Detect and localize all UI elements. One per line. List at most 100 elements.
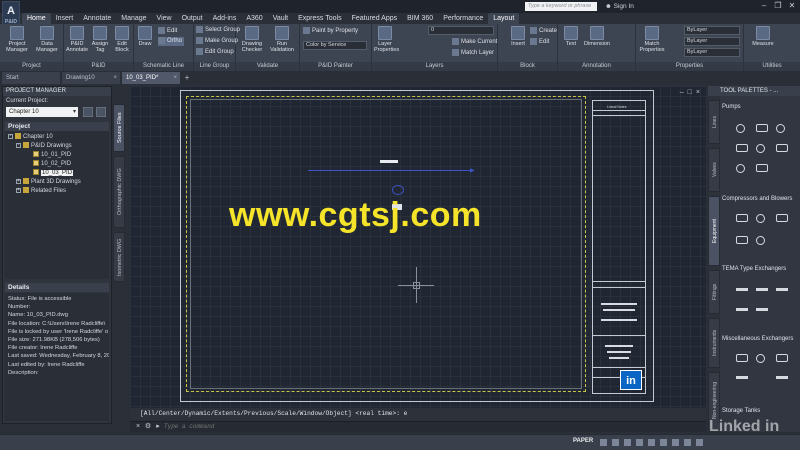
compressor-symbol-icon[interactable] [736, 214, 748, 222]
search-input[interactable]: Type a keyword or phrase [525, 2, 597, 11]
block-edit-button[interactable]: Edit [530, 38, 549, 47]
polar-icon[interactable] [636, 439, 643, 446]
tree-item-10-02-pid[interactable]: 10_02_PID [33, 160, 71, 168]
palette-tab-fittings[interactable]: Fittings [708, 270, 720, 314]
select-group-button[interactable]: Select Group [196, 26, 240, 35]
tree-item-pid-drawings[interactable]: - P&ID Drawings [16, 142, 72, 150]
osnap-icon[interactable] [648, 439, 655, 446]
doc-tab-start[interactable]: Start [2, 72, 60, 84]
layer-dropdown[interactable]: 0 [428, 26, 494, 35]
instrument-bubble[interactable] [392, 185, 404, 195]
make-current-button[interactable]: Make Current [452, 38, 497, 47]
paper-space-toggle[interactable]: PAPER [573, 438, 593, 444]
restore-icon[interactable]: ❐ [774, 1, 782, 11]
side-tab-source-files[interactable]: Source Files [113, 104, 125, 152]
workspace-icon[interactable] [684, 439, 691, 446]
tab-performance[interactable]: Performance [438, 13, 488, 24]
doc-tab-10-03-pid[interactable]: 10_03_PID* × [122, 72, 180, 84]
side-tab-isometric-dwg[interactable]: Isometric DWG [113, 232, 125, 282]
minimize-icon[interactable]: – [760, 1, 768, 11]
drawing-checker-button[interactable]: Drawing Checker [238, 26, 266, 53]
grid-icon[interactable] [600, 439, 607, 446]
close-tab-icon[interactable]: × [173, 72, 177, 84]
close-icon[interactable]: ✕ [788, 1, 796, 11]
misc-exchanger-symbol-icon[interactable] [736, 354, 748, 362]
match-layer-button[interactable]: Match Layer [452, 49, 494, 58]
tab-manage[interactable]: Manage [116, 13, 151, 24]
minimize-viewport-icon[interactable]: – [680, 89, 684, 96]
pid-annotate-button[interactable]: P&ID Annotate [66, 26, 88, 53]
misc-exchanger-symbol-icon[interactable] [756, 354, 765, 363]
project-manager-button[interactable]: Project Manager [3, 26, 31, 53]
measure-button[interactable]: Measure [748, 26, 778, 47]
tree-item-10-01-pid[interactable]: 10_01_PID [33, 151, 71, 159]
drawing-canvas[interactable]: – □ × Lineal Notes in ▶ [130, 86, 706, 408]
command-input[interactable] [164, 422, 564, 432]
compressor-symbol-icon[interactable] [776, 214, 788, 222]
make-group-button[interactable]: Make Group [196, 37, 238, 46]
collapse-icon[interactable]: - [8, 133, 13, 139]
pump-symbol-icon[interactable] [756, 164, 768, 172]
tab-featured-apps[interactable]: Featured Apps [347, 13, 403, 24]
pump-symbol-icon[interactable] [776, 144, 788, 152]
layer-properties-button[interactable]: Layer Properties [374, 26, 399, 53]
snap-icon[interactable] [612, 439, 619, 446]
annotation-scale-icon[interactable] [672, 439, 679, 446]
tab-bim-360[interactable]: BIM 360 [402, 13, 438, 24]
pump-symbol-icon[interactable] [736, 124, 745, 133]
color-by-service-dropdown[interactable]: Color by Service [303, 41, 367, 50]
new-tab-icon[interactable]: + [182, 72, 192, 84]
tab-annotate[interactable]: Annotate [78, 13, 116, 24]
exchanger-symbol-icon[interactable] [756, 308, 768, 311]
tree-item-chapter-10[interactable]: - Chapter 10 [8, 133, 53, 141]
assign-tag-button[interactable]: Assign Tag [89, 26, 111, 53]
color-dropdown[interactable]: ByLayer [684, 26, 740, 35]
misc-exchanger-symbol-icon[interactable] [736, 376, 748, 379]
pump-symbol-icon[interactable] [736, 164, 745, 173]
match-properties-button[interactable]: Match Properties [638, 26, 666, 53]
text-button[interactable]: Text [562, 26, 580, 47]
tab-home[interactable]: Home [22, 13, 51, 24]
lineweight-icon[interactable] [660, 439, 667, 446]
sign-in-link[interactable]: ☻ Sign In [605, 1, 634, 12]
tab-output[interactable]: Output [177, 13, 208, 24]
tree-item-plant-3d-drawings[interactable]: + Plant 3D Drawings [16, 178, 81, 186]
expand-icon[interactable]: + [16, 187, 21, 193]
project-options-icon[interactable] [96, 107, 106, 117]
exchanger-symbol-icon[interactable] [756, 288, 768, 291]
exchanger-symbol-icon[interactable] [736, 288, 748, 291]
tab-express-tools[interactable]: Express Tools [293, 13, 346, 24]
paint-by-property-button[interactable]: Paint by Property [303, 27, 358, 36]
create-block-button[interactable]: Create [530, 27, 557, 36]
lineweight-dropdown[interactable]: ByLayer [684, 48, 740, 57]
side-tab-orthographic-dwg[interactable]: Orthographic DWG [113, 156, 125, 228]
misc-exchanger-symbol-icon[interactable] [776, 376, 788, 379]
data-manager-button[interactable]: Data Manager [33, 26, 61, 53]
exchanger-symbol-icon[interactable] [776, 288, 788, 291]
pump-symbol-icon[interactable] [756, 124, 768, 132]
customize-icon[interactable] [696, 439, 703, 446]
dimension-button[interactable]: Dimension [582, 26, 612, 47]
tab-add-ins[interactable]: Add-ins [208, 13, 242, 24]
tab-vault[interactable]: Vault [268, 13, 293, 24]
equipment-symbol[interactable] [380, 160, 398, 163]
tab-insert[interactable]: Insert [51, 13, 79, 24]
compressor-symbol-icon[interactable] [736, 236, 748, 244]
ortho-mode-icon[interactable] [624, 439, 631, 446]
palette-tab-instruments[interactable]: Instruments [708, 318, 720, 368]
current-project-select[interactable]: Chapter 10 ▾ [6, 107, 78, 117]
pump-symbol-icon[interactable] [756, 144, 765, 153]
edit-line-button[interactable]: Edit [158, 27, 177, 36]
palette-tab-valves[interactable]: Valves [708, 148, 720, 192]
insert-block-button[interactable]: Insert [508, 26, 528, 47]
tree-item-10-03-pid[interactable]: 10_03_PID [33, 169, 74, 177]
collapse-icon[interactable]: - [16, 142, 21, 148]
linetype-dropdown[interactable]: ByLayer [684, 37, 740, 46]
tab-layout[interactable]: Layout [488, 13, 520, 24]
maximize-viewport-icon[interactable]: □ [688, 89, 692, 96]
compressor-symbol-icon[interactable] [756, 214, 765, 223]
expand-icon[interactable]: + [16, 178, 21, 184]
run-validation-button[interactable]: Run Validation [268, 26, 296, 53]
wrench-icon[interactable]: ⚙ [144, 423, 152, 431]
tab-a360[interactable]: A360 [241, 13, 267, 24]
